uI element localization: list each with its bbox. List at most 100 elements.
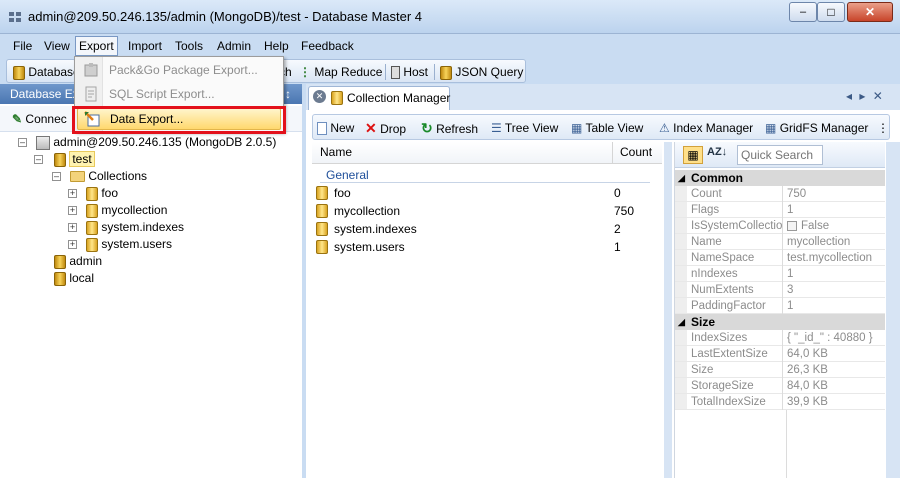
menu-item-sql-script-export[interactable]: SQL Script Export... — [77, 84, 281, 104]
property-row[interactable]: Name mycollection — [675, 234, 885, 250]
property-name: Flags — [691, 202, 783, 218]
tree-collection-system-users[interactable]: + system.users — [68, 236, 172, 253]
property-row[interactable]: LastExtentSize 64,0 KB — [675, 346, 885, 362]
collection-icon — [86, 203, 98, 218]
collapse-icon[interactable]: ◢ — [678, 314, 685, 330]
row-count: 0 — [614, 186, 621, 200]
property-row[interactable]: PaddingFactor 1 — [675, 298, 885, 314]
column-header-count[interactable]: Count — [620, 145, 652, 159]
close-button[interactable]: ✕ — [847, 2, 893, 22]
tree-collection-system-indexes[interactable]: + system.indexes — [68, 219, 184, 236]
property-row[interactable]: TotalIndexSize 39,9 KB — [675, 394, 885, 410]
column-divider — [786, 410, 787, 478]
collection-label: foo — [101, 186, 119, 200]
property-name: IndexSizes — [691, 330, 783, 346]
expand-icon[interactable]: + — [68, 189, 77, 198]
collection-icon — [86, 220, 98, 235]
drop-button[interactable]: ✕ Drop — [365, 119, 406, 137]
collection-toolbar: New ✕ Drop ↻ Refresh ☰ Tree View ▦ Table… — [312, 114, 890, 140]
connect-icon: ✎ — [12, 112, 23, 126]
property-row[interactable]: Size 26,3 KB — [675, 362, 885, 378]
menu-export[interactable]: Export — [75, 36, 118, 56]
table-row[interactable]: system.indexes 2 — [312, 220, 662, 238]
category-size[interactable]: ◢ Size — [675, 314, 885, 330]
collapse-icon[interactable]: – — [18, 138, 27, 147]
menu-view[interactable]: View — [41, 36, 73, 56]
property-row[interactable]: NameSpace test.mycollection — [675, 250, 885, 266]
minimize-button[interactable]: – — [789, 2, 817, 22]
tab-close-icon[interactable]: ✕ — [313, 90, 326, 103]
toolbar-overflow-icon[interactable]: ⋮ — [877, 119, 889, 137]
menu-admin[interactable]: Admin — [214, 36, 254, 56]
property-row[interactable]: StorageSize 84,0 KB — [675, 378, 885, 394]
refresh-button[interactable]: ↻ Refresh — [421, 119, 478, 137]
table-row[interactable]: system.users 1 — [312, 238, 662, 256]
property-row[interactable]: nIndexes 1 — [675, 266, 885, 282]
vertical-scrollbar[interactable] — [886, 142, 900, 478]
grid-properties-splitter[interactable] — [664, 142, 672, 478]
collapse-icon[interactable]: – — [34, 155, 43, 164]
tree-view-button[interactable]: ☰ Tree View — [491, 119, 558, 137]
property-row[interactable]: IsSystemCollection False — [675, 218, 885, 234]
checkbox-icon[interactable] — [787, 220, 797, 231]
pin-icon[interactable]: ↕ — [285, 84, 291, 104]
collapse-icon[interactable]: ◢ — [678, 170, 685, 186]
tree-collections-folder[interactable]: – Collections — [52, 168, 147, 185]
quick-search-input[interactable] — [737, 145, 823, 165]
property-row[interactable]: NumExtents 3 — [675, 282, 885, 298]
tab-navigation-icons[interactable]: ◂ ▸ ✕ — [846, 89, 885, 103]
tab-collection-manager[interactable]: ✕ Collection Manager — [308, 86, 450, 110]
json-query-label: JSON Query — [455, 65, 524, 79]
table-row[interactable]: mycollection 750 — [312, 202, 662, 220]
category-common[interactable]: ◢ Common — [675, 170, 885, 186]
sort-alphabetical-icon[interactable]: AZ↓ — [707, 146, 727, 158]
menu-tools[interactable]: Tools — [172, 36, 206, 56]
row-name: foo — [334, 186, 351, 200]
tree-collection-foo[interactable]: + foo — [68, 185, 118, 202]
categorized-view-icon[interactable]: ▦ — [683, 146, 703, 164]
column-header-name[interactable]: Name — [320, 145, 352, 159]
new-button[interactable]: New — [317, 119, 354, 137]
gridfs-manager-button[interactable]: ▦ GridFS Manager — [765, 119, 868, 137]
expand-icon[interactable]: + — [68, 206, 77, 215]
tree-collection-mycollection[interactable]: + mycollection — [68, 202, 167, 219]
tree-database-admin[interactable]: admin — [54, 253, 102, 270]
menu-file[interactable]: File — [10, 36, 35, 56]
maximize-button[interactable]: □ — [817, 2, 845, 22]
property-value: 84,0 KB — [787, 380, 828, 392]
window-controls: – □ ✕ — [789, 2, 893, 22]
group-divider — [320, 182, 650, 183]
menu-item-label: SQL Script Export... — [109, 87, 215, 101]
app-icon — [9, 12, 21, 22]
row-count: 750 — [614, 204, 635, 218]
property-row[interactable]: Flags 1 — [675, 202, 885, 218]
menu-import[interactable]: Import — [125, 36, 165, 56]
tree-view-icon: ☰ — [491, 121, 502, 135]
collapse-icon[interactable]: – — [52, 172, 61, 181]
database-explorer-title: Database Ex — [10, 87, 79, 101]
expand-icon[interactable]: + — [68, 240, 77, 249]
database-local-label: local — [69, 271, 95, 285]
property-value: 1 — [787, 268, 794, 280]
expand-icon[interactable]: + — [68, 223, 77, 232]
menu-bar: File View Export Import Tools Admin Help… — [0, 36, 900, 56]
menu-feedback[interactable]: Feedback — [298, 36, 357, 56]
table-row[interactable]: foo 0 — [312, 184, 662, 202]
tree-server-node[interactable]: – admin@209.50.246.135 (MongoDB 2.0.5) — [18, 134, 276, 151]
tree-database-test[interactable]: – test — [34, 151, 95, 168]
host-button[interactable]: Host — [391, 63, 428, 81]
index-manager-button[interactable]: ⚠ Index Manager — [659, 119, 753, 137]
property-name: Size — [691, 362, 783, 378]
map-reduce-button[interactable]: ⋮ Map Reduce — [299, 63, 382, 81]
database-button-label: Database — [28, 65, 80, 79]
menu-help[interactable]: Help — [261, 36, 292, 56]
property-row[interactable]: Count 750 — [675, 186, 885, 202]
table-view-label: Table View — [585, 121, 644, 135]
database-button[interactable]: Database — [13, 63, 80, 81]
connect-button[interactable]: ✎ Connec — [12, 110, 67, 128]
property-row[interactable]: IndexSizes { "_id_" : 40880 } — [675, 330, 885, 346]
table-view-button[interactable]: ▦ Table View — [571, 119, 643, 137]
json-query-button[interactable]: JSON Query — [440, 63, 523, 81]
tree-database-local[interactable]: local — [54, 270, 94, 287]
menu-item-packgo-export[interactable]: Pack&Go Package Export... — [77, 60, 281, 80]
